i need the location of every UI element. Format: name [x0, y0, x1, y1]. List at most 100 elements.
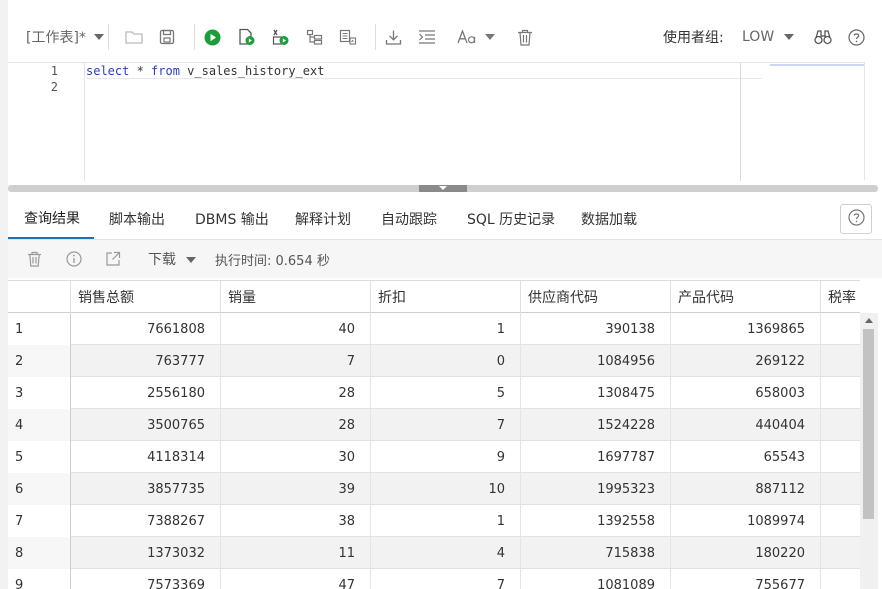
- table-cell[interactable]: [821, 537, 860, 569]
- results-help-button[interactable]: [840, 204, 872, 234]
- pane-splitter[interactable]: [8, 185, 878, 192]
- code-area[interactable]: select * from v_sales_history_ext: [86, 63, 762, 181]
- table-cell[interactable]: 1308475: [521, 377, 671, 409]
- table-cell[interactable]: 7388267: [71, 505, 221, 537]
- table-cell[interactable]: 5: [371, 377, 521, 409]
- run-explain-icon[interactable]: [272, 12, 290, 62]
- row-number[interactable]: 3: [8, 377, 71, 409]
- tab-explain-plan[interactable]: 解释计划: [295, 198, 351, 239]
- table-cell[interactable]: 1392558: [521, 505, 671, 537]
- table-cell[interactable]: 2556180: [71, 377, 221, 409]
- table-cell[interactable]: 9: [371, 441, 521, 473]
- download-icon[interactable]: [385, 12, 402, 62]
- table-cell[interactable]: 1089974: [671, 505, 821, 537]
- table-cell[interactable]: 7: [371, 409, 521, 441]
- run-script-icon[interactable]: [238, 12, 256, 62]
- info-icon[interactable]: [66, 240, 82, 278]
- clear-results-icon[interactable]: [27, 240, 42, 278]
- splitter-handle[interactable]: [419, 185, 467, 192]
- table-cell[interactable]: [821, 473, 860, 505]
- table-cell[interactable]: 65543: [671, 441, 821, 473]
- table-cell[interactable]: 40: [221, 313, 371, 345]
- open-folder-icon[interactable]: [125, 12, 143, 62]
- table-row[interactable]: 7 7388267 38 1 1392558 1089974: [8, 505, 860, 537]
- tab-script-output[interactable]: 脚本输出: [109, 198, 165, 239]
- table-cell[interactable]: 269122: [671, 345, 821, 377]
- table-cell[interactable]: 7: [221, 345, 371, 377]
- table-cell[interactable]: 1369865: [671, 313, 821, 345]
- table-cell[interactable]: 1524228: [521, 409, 671, 441]
- table-cell[interactable]: 11: [221, 537, 371, 569]
- run-statement-icon[interactable]: [204, 12, 221, 62]
- explain-plan-icon[interactable]: [306, 12, 323, 62]
- table-cell[interactable]: 390138: [521, 313, 671, 345]
- table-row[interactable]: 4 3500765 28 7 1524228 440404: [8, 409, 860, 441]
- row-number[interactable]: 2: [8, 345, 71, 377]
- row-number[interactable]: 4: [8, 409, 71, 441]
- open-in-new-icon[interactable]: [105, 240, 121, 278]
- table-cell[interactable]: 10: [371, 473, 521, 505]
- row-number[interactable]: 7: [8, 505, 71, 537]
- tab-data-loading[interactable]: 数据加载: [581, 198, 637, 239]
- help-icon[interactable]: [848, 12, 865, 62]
- table-cell[interactable]: 763777: [71, 345, 221, 377]
- binoculars-icon[interactable]: [814, 12, 832, 62]
- save-icon[interactable]: [159, 12, 175, 62]
- scroll-up-icon[interactable]: [865, 318, 873, 323]
- column-header[interactable]: 销量: [221, 281, 371, 313]
- table-cell[interactable]: 3857735: [71, 473, 221, 505]
- table-cell[interactable]: 4: [371, 537, 521, 569]
- tab-dbms-output[interactable]: DBMS 输出: [195, 198, 269, 239]
- table-cell[interactable]: 1081089: [521, 569, 671, 589]
- table-cell[interactable]: 887112: [671, 473, 821, 505]
- table-cell[interactable]: 7661808: [71, 313, 221, 345]
- table-cell[interactable]: [821, 569, 860, 589]
- row-number[interactable]: 8: [8, 537, 71, 569]
- tab-autotrace[interactable]: 自动跟踪: [381, 198, 437, 239]
- table-row[interactable]: 3 2556180 28 5 1308475 658003: [8, 377, 860, 409]
- row-number[interactable]: 6: [8, 473, 71, 505]
- table-cell[interactable]: [821, 505, 860, 537]
- usergroup-select[interactable]: LOW: [742, 12, 795, 62]
- table-row[interactable]: 6 3857735 39 10 1995323 887112: [8, 473, 860, 505]
- table-cell[interactable]: 47: [221, 569, 371, 589]
- table-cell[interactable]: 7573369: [71, 569, 221, 589]
- table-cell[interactable]: 4118314: [71, 441, 221, 473]
- table-row[interactable]: 8 1373032 11 4 715838 180220: [8, 537, 860, 569]
- table-cell[interactable]: 755677: [671, 569, 821, 589]
- table-cell[interactable]: 658003: [671, 377, 821, 409]
- table-cell[interactable]: 28: [221, 377, 371, 409]
- table-cell[interactable]: 1995323: [521, 473, 671, 505]
- grid-scrollbar[interactable]: [860, 313, 878, 589]
- table-cell[interactable]: 1084956: [521, 345, 671, 377]
- code-line[interactable]: [86, 79, 762, 95]
- download-menu[interactable]: 下载: [148, 240, 196, 278]
- column-header[interactable]: 供应商代码: [521, 281, 671, 313]
- autotrace-icon[interactable]: [339, 12, 357, 62]
- column-header[interactable]: 税率: [821, 281, 860, 313]
- table-cell[interactable]: 1373032: [71, 537, 221, 569]
- table-row[interactable]: 1 7661808 40 1 390138 1369865: [8, 313, 860, 345]
- tab-query-result[interactable]: 查询结果: [8, 198, 94, 239]
- table-cell[interactable]: [821, 345, 860, 377]
- table-cell[interactable]: 1: [371, 505, 521, 537]
- table-cell[interactable]: 28: [221, 409, 371, 441]
- table-cell[interactable]: 180220: [671, 537, 821, 569]
- worksheet-selector[interactable]: [工作表]*: [26, 12, 104, 62]
- row-number[interactable]: 5: [8, 441, 71, 473]
- table-cell[interactable]: 1: [371, 313, 521, 345]
- table-cell[interactable]: 715838: [521, 537, 671, 569]
- tab-sql-history[interactable]: SQL 历史记录: [467, 198, 555, 239]
- text-case-menu[interactable]: [457, 12, 495, 62]
- format-code-icon[interactable]: [418, 12, 436, 62]
- table-cell[interactable]: 0: [371, 345, 521, 377]
- table-cell[interactable]: 39: [221, 473, 371, 505]
- table-cell[interactable]: [821, 377, 860, 409]
- column-header[interactable]: 产品代码: [671, 281, 821, 313]
- table-cell[interactable]: [821, 313, 860, 345]
- column-header[interactable]: 折扣: [371, 281, 521, 313]
- code-line[interactable]: select * from v_sales_history_ext: [86, 63, 762, 79]
- row-number[interactable]: 1: [8, 313, 71, 345]
- table-cell[interactable]: 440404: [671, 409, 821, 441]
- table-cell[interactable]: [821, 441, 860, 473]
